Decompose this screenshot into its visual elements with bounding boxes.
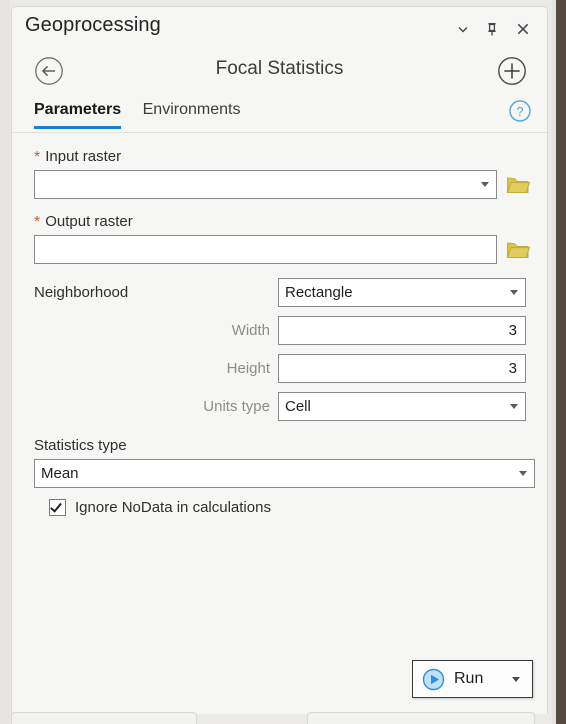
right-dock-rail [556, 0, 566, 724]
parameters-panel: * Input raster * Output raster Neighborh… [12, 133, 547, 516]
neighborhood-value: Rectangle [285, 284, 353, 301]
output-raster-browse-button[interactable] [506, 239, 531, 261]
input-raster-field: * Input raster [12, 146, 547, 199]
statistics-type-select[interactable]: Mean [34, 459, 535, 488]
statistics-type-field: Statistics type Mean [12, 435, 547, 488]
statistics-type-value: Mean [41, 465, 79, 482]
output-raster-field: * Output raster [12, 211, 547, 264]
chevron-down-icon[interactable] [512, 676, 520, 682]
pane-title-bar: Geoprocessing [12, 7, 547, 51]
chevron-down-icon[interactable] [451, 18, 475, 40]
chevron-down-icon[interactable] [510, 403, 518, 409]
help-icon[interactable]: ? [507, 98, 533, 124]
input-raster-label: * Input raster [34, 146, 533, 167]
input-raster-label-text: Input raster [45, 148, 122, 165]
input-raster-browse-button[interactable] [506, 174, 531, 196]
close-icon[interactable] [511, 18, 535, 40]
tool-title: Focal Statistics [215, 58, 344, 79]
run-button[interactable]: Run [412, 660, 533, 698]
play-icon [422, 668, 445, 691]
application-window: Geoprocessing Focal Statistics Parameter… [0, 0, 566, 724]
output-raster-label-text: Output raster [45, 213, 133, 230]
ignore-nodata-field: Ignore NoData in calculations [12, 499, 547, 516]
tab-parameters[interactable]: Parameters [34, 99, 122, 129]
ignore-nodata-checkbox[interactable] [49, 499, 66, 516]
output-raster-label: * Output raster [34, 211, 533, 232]
ignore-nodata-label[interactable]: Ignore NoData in calculations [75, 499, 271, 516]
bottom-dock-tab-left[interactable] [11, 712, 197, 724]
width-input[interactable]: 3 [278, 316, 526, 345]
neighborhood-field: Neighborhood Rectangle [12, 278, 547, 307]
required-indicator: * [34, 149, 41, 166]
width-value: 3 [508, 322, 517, 339]
chevron-down-icon[interactable] [481, 181, 489, 187]
run-button-group: Run [412, 660, 533, 698]
run-button-label: Run [454, 670, 484, 687]
neighborhood-select[interactable]: Rectangle [278, 278, 526, 307]
tab-strip: Parameters Environments ? [12, 99, 547, 133]
output-raster-input[interactable] [34, 235, 497, 264]
neighborhood-label: Neighborhood [34, 284, 129, 301]
check-icon [50, 500, 62, 513]
chevron-down-icon[interactable] [510, 289, 518, 295]
tool-header: Focal Statistics [12, 51, 547, 99]
statistics-type-label: Statistics type [34, 437, 127, 454]
pane-title: Geoprocessing [25, 14, 161, 36]
tab-environments[interactable]: Environments [143, 99, 241, 126]
bottom-dock-tab-right[interactable] [307, 712, 535, 724]
units-type-field: Units type Cell [12, 392, 547, 421]
required-indicator: * [34, 214, 41, 231]
height-label: Height [226, 360, 270, 377]
input-raster-input[interactable] [34, 170, 497, 199]
geoprocessing-pane: Geoprocessing Focal Statistics Parameter… [11, 6, 548, 714]
height-field: Height 3 [12, 354, 547, 383]
height-value: 3 [508, 360, 517, 377]
pin-icon[interactable] [480, 18, 504, 40]
units-type-value: Cell [285, 398, 311, 415]
units-type-select[interactable]: Cell [278, 392, 526, 421]
height-input[interactable]: 3 [278, 354, 526, 383]
plus-icon[interactable] [495, 54, 529, 88]
svg-text:?: ? [516, 104, 523, 119]
width-field: Width 3 [12, 316, 547, 345]
left-dock-rail [0, 0, 10, 724]
chevron-down-icon[interactable] [519, 470, 527, 476]
units-type-label: Units type [203, 398, 270, 415]
width-label: Width [231, 322, 270, 339]
